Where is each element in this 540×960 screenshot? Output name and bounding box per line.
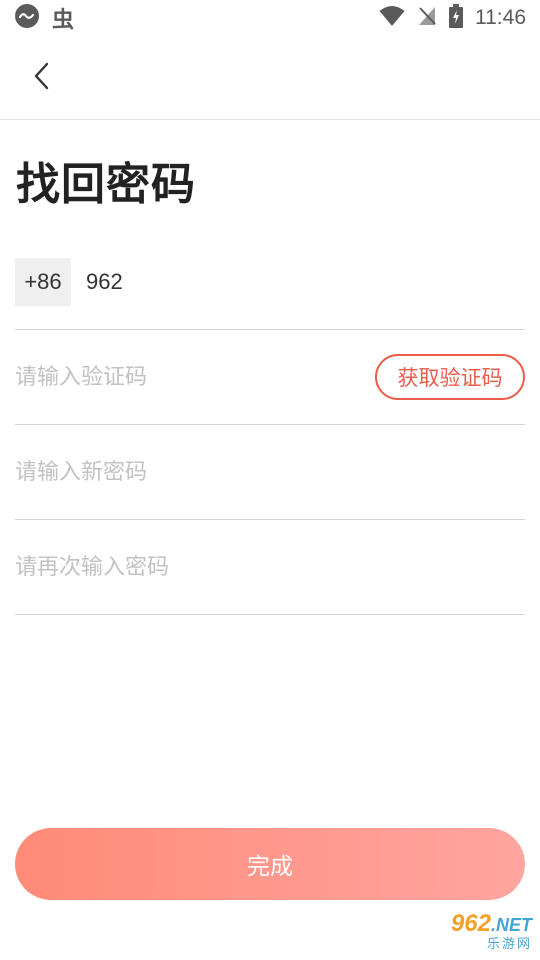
watermark-brand: 962.NET (450, 909, 532, 937)
phone-input[interactable] (86, 258, 525, 306)
find-password-screen: 虫 11:46 找回密码 +86 962 请输入验证码 获取验证码 完成 962… (0, 0, 540, 960)
header (0, 36, 540, 120)
battery-charging-icon (449, 4, 463, 32)
watermark-subtitle: 乐游网 (486, 936, 532, 952)
country-code-selector[interactable]: +86 (15, 258, 71, 306)
verification-code-input[interactable] (15, 353, 375, 401)
watermark-domain: .NET (490, 914, 532, 935)
no-signal-icon (417, 5, 437, 31)
status-bar-left: 虫 (14, 2, 74, 34)
confirm-password-input[interactable] (15, 543, 525, 591)
watermark-brand-number: 962 (450, 909, 491, 937)
wifi-icon (379, 5, 405, 31)
new-password-input[interactable] (15, 448, 525, 496)
status-time: 11:46 (475, 6, 526, 29)
verification-code-row: 获取验证码 (15, 330, 525, 425)
page-title: 找回密码 (16, 159, 196, 210)
confirm-password-row (15, 520, 525, 615)
status-bar-right: 11:46 (379, 4, 526, 32)
complete-button[interactable]: 完成 (15, 828, 525, 900)
back-button[interactable] (22, 56, 62, 100)
get-code-button[interactable]: 获取验证码 (375, 354, 525, 400)
watermark-logo: 962.NET 乐游网 (400, 910, 532, 954)
new-password-row (15, 425, 525, 520)
phone-row: +86 (15, 235, 525, 330)
bug-app-icon: 虫 (52, 8, 75, 33)
status-bar: 虫 11:46 (0, 0, 540, 36)
app-notification-icon (14, 3, 40, 33)
chevron-left-icon (32, 61, 52, 95)
